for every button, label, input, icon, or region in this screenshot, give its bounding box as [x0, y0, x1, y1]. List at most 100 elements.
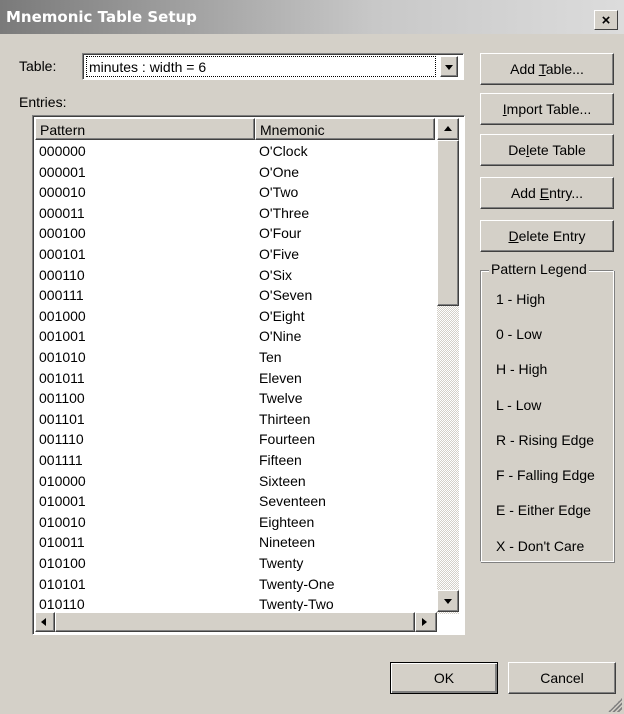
pattern-cell: 010001 [39, 493, 86, 510]
table-row[interactable]: 010110 Twenty-Two [35, 594, 437, 611]
mnemonic-cell: O'Clock [259, 143, 308, 159]
table-select-value: minutes : width = 6 [86, 56, 436, 77]
legend-item: E - Either Edge [496, 502, 591, 518]
import-table-button[interactable]: Import Table... [480, 93, 614, 125]
table-row[interactable]: 010100 Twenty [35, 553, 437, 574]
entries-list[interactable]: Pattern Mnemonic 000000 O'Clock 000001 O'On… [32, 115, 465, 635]
mnemonic-cell: Seventeen [259, 493, 326, 510]
pattern-cell: 001100 [39, 390, 85, 407]
table-row[interactable]: 001110 Fourteen [35, 429, 437, 450]
mnemonic-cell: Twenty-One [259, 575, 335, 592]
close-icon: × [601, 12, 611, 29]
scroll-left-button[interactable] [35, 612, 55, 632]
pattern-cell: 001011 [39, 369, 85, 386]
delete-entry-accesskey: D [508, 228, 519, 244]
legend-item: X - Don't Care [496, 538, 585, 554]
pattern-cell: 000011 [39, 204, 85, 221]
table-row[interactable]: 010101 Twenty-One [35, 574, 437, 595]
pattern-cell: 001111 [39, 452, 83, 468]
mnemonic-cell: O'Four [259, 225, 302, 242]
mnemonic-cell: Ten [259, 349, 282, 365]
scroll-up-icon [444, 126, 452, 131]
column-header-pattern[interactable]: Pattern [35, 118, 255, 140]
add-table-label-a: Add [510, 61, 539, 77]
mnemonic-cell: Thirteen [259, 410, 311, 427]
mnemonic-cell: Twenty [259, 555, 304, 571]
table-row[interactable]: 000000 O'Clock [35, 141, 437, 162]
window-title: Mnemonic Table Setup [6, 8, 197, 26]
table-row[interactable]: 001100 Twelve [35, 388, 437, 409]
table-row[interactable]: 010011 Nineteen [35, 532, 437, 553]
scroll-right-button[interactable] [415, 612, 437, 632]
delete-entry-button[interactable]: Delete Entry [480, 220, 614, 252]
close-button[interactable]: × [594, 10, 618, 30]
delete-table-button[interactable]: Delete Table [480, 134, 614, 166]
add-entry-accesskey: E [539, 185, 550, 201]
scroll-up-button[interactable] [437, 118, 459, 140]
table-row[interactable]: 001011 Eleven [35, 368, 437, 389]
scroll-down-button[interactable] [437, 590, 459, 612]
pattern-legend: 1 - High 0 - Low H - High L - Low R - Ri… [480, 270, 614, 562]
pattern-cell: 010010 [39, 513, 86, 530]
mnemonic-cell: O'Five [259, 246, 300, 262]
pattern-cell: 001000 [39, 307, 86, 324]
pattern-cell: 001001 [39, 328, 86, 345]
pattern-cell: 000101 [39, 246, 86, 262]
vertical-scroll-thumb[interactable] [437, 140, 459, 306]
resize-grip-icon[interactable] [608, 698, 622, 712]
table-row[interactable]: 010001 Seventeen [35, 491, 437, 512]
column-header-mnemonic[interactable]: Mnemonic [255, 118, 435, 140]
add-entry-button[interactable]: Add Entry... [480, 177, 614, 209]
table-row[interactable]: 001001 O'Nine [35, 326, 437, 347]
cancel-button[interactable]: Cancel [508, 662, 616, 694]
table-row[interactable]: 010010 Eighteen [35, 512, 437, 533]
legend-item: F - Falling Edge [496, 467, 595, 483]
mnemonic-cell: O'Eight [259, 307, 305, 324]
table-row[interactable]: 001111 Fifteen [35, 450, 437, 471]
pattern-cell: 010100 [39, 555, 86, 571]
mnemonic-cell: Sixteen [259, 472, 306, 489]
pattern-cell: 000001 [39, 163, 86, 180]
pattern-cell: 000000 [39, 143, 86, 159]
table-row[interactable]: 000001 O'One [35, 162, 437, 183]
add-table-button[interactable]: Add Table... [480, 53, 614, 85]
legend-item: 0 - Low [496, 326, 542, 342]
table-row[interactable]: 001000 O'Eight [35, 306, 437, 327]
delete-table-label-a: De [508, 142, 527, 158]
horizontal-scroll-thumb[interactable] [55, 612, 415, 632]
add-table-accesskey: T [538, 61, 546, 77]
entries-label: Entries: [19, 94, 67, 110]
mnemonic-cell: O'One [259, 163, 300, 180]
pattern-cell: 010011 [39, 534, 85, 551]
mnemonic-cell: O'Three [259, 204, 310, 221]
table-row[interactable]: 000110 O'Six [35, 265, 437, 286]
table-row[interactable]: 000111 O'Seven [35, 285, 437, 306]
table-select[interactable]: minutes : width = 6 [82, 53, 464, 80]
add-entry-label-a: Add [510, 185, 540, 201]
ok-button[interactable]: OK [390, 662, 498, 694]
dropdown-arrow-icon [445, 65, 453, 70]
pattern-cell: 010110 [39, 596, 85, 611]
mnemonic-cell: O'Two [259, 184, 299, 201]
mnemonic-cell: O'Seven [259, 287, 313, 304]
legend-item: R - Rising Edge [496, 432, 595, 448]
dropdown-arrow-button[interactable] [440, 56, 458, 77]
mnemonic-cell: O'Nine [259, 328, 302, 345]
table-row[interactable]: 000011 O'Three [35, 203, 437, 224]
add-entry-label-b: ntry... [549, 185, 584, 201]
table-row[interactable]: 001010 Ten [35, 347, 437, 368]
entries-rows: 000000 O'Clock 000001 O'One 000010 O'Two 00001… [33, 141, 437, 611]
pattern-cell: 001101 [39, 410, 85, 427]
delete-entry-label-b: elete Entry [518, 228, 586, 244]
pattern-cell: 010101 [39, 575, 86, 592]
pattern-legend-title: Pattern Legend [489, 261, 589, 277]
mnemonic-cell: O'Six [259, 266, 293, 283]
table-row[interactable]: 000101 O'Five [35, 244, 437, 265]
table-row[interactable]: 000010 O'Two [35, 182, 437, 203]
table-row[interactable]: 001101 Thirteen [35, 409, 437, 430]
table-row[interactable]: 000100 O'Four [35, 223, 437, 244]
table-row[interactable]: 010000 Sixteen [35, 471, 437, 492]
scroll-down-icon [444, 599, 452, 604]
pattern-cell: 001110 [39, 431, 84, 448]
scroll-left-icon [41, 618, 46, 626]
